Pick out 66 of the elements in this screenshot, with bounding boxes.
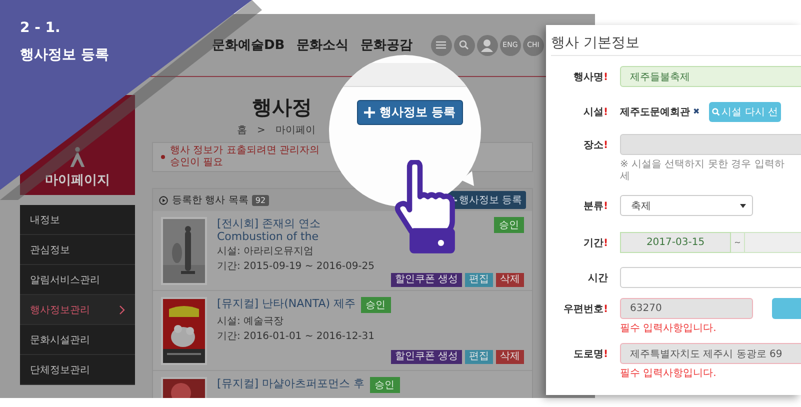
sidebar-item[interactable]: 알림서비스관리: [20, 265, 135, 295]
zip-search-button[interactable]: [772, 298, 801, 319]
sidebar-item[interactable]: 단체정보관리: [20, 355, 135, 385]
sidebar-item[interactable]: 관심정보: [20, 235, 135, 265]
hint-text: ※ 시설을 선택하지 못한 경우 입력하세: [620, 159, 786, 183]
event-facility: 시설: 아라리오뮤지엄: [217, 246, 315, 258]
breadcrumb: 마이페이: [275, 125, 316, 137]
status-badge: 승인: [360, 297, 391, 313]
form-title: 행사 기본정보: [551, 34, 801, 56]
panel-title: 등록한 행사 목록: [172, 194, 248, 207]
callout-pointer: [461, 171, 474, 186]
edit-button[interactable]: 편집: [465, 350, 493, 364]
coupon-button[interactable]: 할인쿠폰 생성: [390, 273, 462, 287]
step-number: 2 - 1.: [20, 20, 62, 36]
plus-icon: [364, 107, 376, 118]
field-label: 분류!: [582, 200, 608, 213]
sidebar-item[interactable]: 문화시설관리: [20, 325, 135, 355]
breadcrumb: >: [257, 125, 266, 137]
edit-button[interactable]: 편집: [465, 273, 493, 287]
nav-link[interactable]: 문화공감: [360, 36, 413, 54]
field-label: 장소!: [582, 139, 608, 152]
user-icon[interactable]: [476, 34, 498, 56]
breadcrumb: 홈: [237, 125, 247, 137]
delete-button[interactable]: 삭제: [496, 350, 524, 364]
event-period: 기간: 2015-09-19 ~ 2016-09-25: [217, 261, 376, 273]
bullet-icon: [161, 155, 165, 159]
nav-link[interactable]: 문화소식: [296, 36, 349, 54]
event-title[interactable]: [전시회] 존재의 연소 Combustion of the: [217, 217, 367, 243]
event-title[interactable]: [뮤지컬] 난타(NANTA) 제주: [217, 297, 356, 310]
event-title[interactable]: [뮤지컬] 마샬아츠퍼포먼스 후: [217, 377, 365, 390]
error-message: 필수 입력사항입니다.: [620, 368, 718, 380]
field-label: 우편번호!: [562, 303, 608, 316]
field-label: 기간!: [582, 237, 608, 250]
text-field[interactable]: 제주들불축제: [620, 66, 801, 87]
event-facility: 시설: 예술극장: [217, 316, 285, 328]
chevron-icon: [119, 304, 125, 314]
coupon-button[interactable]: 할인쿠폰 생성: [390, 350, 462, 364]
sidebar-title: 마이페이지: [45, 172, 110, 189]
delete-button[interactable]: 삭제: [496, 273, 524, 287]
field-label: 시간: [587, 272, 608, 285]
field-label: 행사명!: [572, 71, 608, 84]
facility-name: 제주도문예회관: [620, 106, 690, 118]
remove-button[interactable]: ✖: [693, 107, 700, 116]
play-icon: [159, 196, 168, 204]
notice-text: 행사 정보가 표출되려면 관리자의 승인이 필요: [170, 145, 320, 169]
person-icon: [70, 147, 85, 167]
caret-icon: [740, 204, 746, 208]
category-select[interactable]: 축제: [620, 195, 753, 216]
status-badge: 승인: [370, 377, 400, 393]
nav-link[interactable]: 문화예술DB: [212, 36, 285, 54]
count-badge: 92: [252, 194, 269, 206]
error-message: 필수 입력사항입니다.: [620, 323, 718, 335]
field-label: 도로명!: [572, 348, 608, 361]
search-icon: [712, 108, 720, 116]
field-label: 시설!: [582, 106, 608, 119]
add-event-button[interactable]: 행사정보 등록: [446, 191, 526, 209]
search-icon[interactable]: [454, 34, 475, 56]
menu-icon[interactable]: [430, 34, 452, 56]
sidebar-item[interactable]: 내정보: [20, 205, 135, 235]
sidebar-item[interactable]: 행사정보관리: [20, 295, 135, 325]
page-title: 행사정: [252, 95, 312, 119]
range-separator: ~: [731, 232, 745, 253]
event-period: 기간: 2016-01-01 ~ 2016-12-31: [217, 331, 376, 343]
banner-title: 행사정보 등록: [20, 46, 109, 64]
add-event-button[interactable]: 행사정보 등록: [357, 100, 463, 125]
status-badge: 승인: [494, 217, 524, 233]
